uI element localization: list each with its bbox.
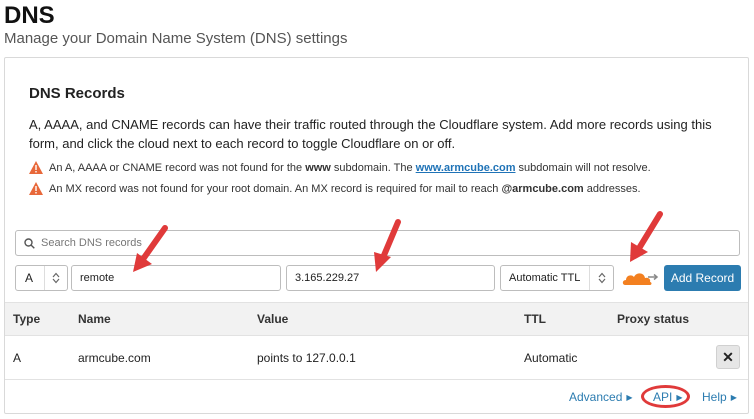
row-type: A [13, 350, 22, 365]
row-value: points to 127.0.0.1 [257, 350, 356, 365]
warning-icon [29, 161, 43, 174]
search-placeholder: Search DNS records [41, 237, 142, 249]
warning-bold: @armcube.com [501, 182, 584, 195]
col-proxy-status[interactable]: Proxy status [617, 303, 689, 335]
add-record-button[interactable]: Add Record [664, 265, 741, 291]
proxy-cloud-toggle[interactable] [621, 267, 659, 289]
ttl-select[interactable]: Automatic TTL [500, 265, 614, 291]
caret-right-icon: ▶ [730, 392, 737, 402]
ttl-value: Automatic TTL [509, 272, 581, 284]
caret-right-icon: ▶ [676, 392, 683, 402]
warning-www: An A, AAAA or CNAME record was not found… [29, 161, 651, 174]
col-name[interactable]: Name [78, 303, 111, 335]
close-icon: ✕ [722, 348, 734, 365]
cloud-icon [622, 273, 659, 285]
warning-text: subdomain. The [330, 161, 416, 174]
record-type-select[interactable]: A [15, 265, 68, 291]
warning-icon [29, 182, 43, 195]
col-ttl[interactable]: TTL [524, 303, 546, 335]
record-name-input[interactable]: remote [71, 265, 281, 291]
row-name: armcube.com [78, 350, 151, 365]
page-title: DNS [4, 2, 55, 29]
advanced-link[interactable]: Advanced ▶ [569, 390, 633, 404]
record-type-value: A [25, 271, 34, 285]
advanced-label: Advanced [569, 390, 623, 404]
table-row[interactable]: A armcube.com points to 127.0.0.1 Automa… [5, 336, 748, 380]
warning-text: subdomain will not resolve. [515, 161, 651, 174]
table-header: Type Name Value TTL Proxy status [5, 302, 748, 336]
col-value[interactable]: Value [257, 303, 288, 335]
search-icon [24, 237, 35, 249]
www-domain-link[interactable]: www.armcube.com [416, 162, 516, 174]
updown-icon [44, 266, 67, 290]
dns-records-card: DNS Records A, AAAA, and CNAME records c… [4, 57, 749, 414]
col-type[interactable]: Type [13, 303, 40, 335]
row-ttl: Automatic [524, 350, 578, 365]
record-content-input[interactable]: 3.165.229.27 [286, 265, 495, 291]
warning-text: An MX record was not found for your root… [49, 182, 502, 195]
warning-mx: An MX record was not found for your root… [29, 182, 641, 195]
card-title: DNS Records [29, 85, 125, 102]
help-link[interactable]: Help ▶ [702, 390, 737, 404]
search-input[interactable]: Search DNS records [15, 230, 740, 256]
updown-icon [589, 266, 613, 290]
warning-text: An A, AAAA or CNAME record was not found… [49, 161, 306, 174]
card-description: A, AAAA, and CNAME records can have thei… [29, 117, 712, 151]
page-subtitle: Manage your Domain Name System (DNS) set… [4, 30, 348, 47]
caret-right-icon: ▶ [626, 392, 633, 402]
warning-text: addresses. [583, 182, 641, 195]
api-link[interactable]: API ▶ [653, 390, 683, 404]
api-label: API [653, 390, 673, 404]
warning-bold: www [305, 161, 331, 174]
delete-record-button[interactable]: ✕ [716, 345, 740, 369]
help-label: Help [702, 390, 727, 404]
